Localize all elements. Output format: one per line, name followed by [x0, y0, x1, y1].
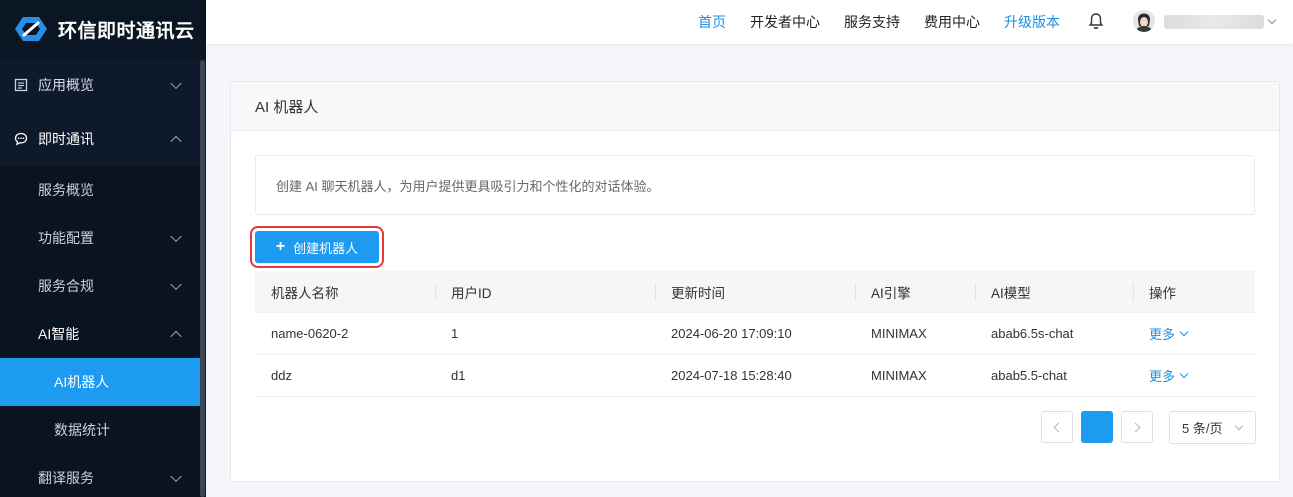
plus-icon: + [275, 238, 286, 255]
description-text: 创建 AI 聊天机器人，为用户提供更具吸引力和个性化的对话体验。 [276, 178, 660, 194]
column-header: 更新时间 [655, 271, 855, 312]
column-header: AI引擎 [855, 271, 975, 312]
username-blurred[interactable] [1164, 15, 1264, 29]
chevron-up-icon [170, 135, 182, 148]
nav-developer-center[interactable]: 开发者中心 [750, 0, 820, 44]
sidebar-item-label: 服务概览 [38, 182, 94, 198]
sidebar-item-app-overview[interactable]: 应用概览 [0, 58, 200, 112]
sidebar-item-label: AI机器人 [54, 374, 110, 390]
sidebar-item-service-overview[interactable]: 服务概览 [0, 166, 200, 214]
table-row: ddz d1 2024-07-18 15:28:40 MINIMAX abab5… [255, 355, 1255, 397]
sidebar-item-compliance[interactable]: 服务合规 [0, 262, 200, 310]
chevron-down-icon [170, 470, 182, 483]
bot-updated-time: 2024-07-18 15:28:40 [671, 368, 792, 383]
brand-logo[interactable]: 环信即时通讯云 [0, 0, 206, 58]
sidebar-item-label: 翻译服务 [38, 470, 94, 486]
hexagon-logo-icon [15, 17, 47, 41]
bot-updated-time: 2024-06-20 17:09:10 [671, 326, 792, 341]
table-row: name-0620-2 1 2024-06-20 17:09:10 MINIMA… [255, 313, 1255, 355]
user-avatar-icon[interactable] [1133, 10, 1155, 32]
more-label: 更多 [1149, 327, 1176, 342]
sidebar-item-ai-bot[interactable]: AI机器人 [0, 358, 200, 406]
sidebar-item-label: AI智能 [38, 326, 80, 342]
nav-home[interactable]: 首页 [698, 0, 726, 44]
table-header: 机器人名称 用户ID 更新时间 AI引擎 AI模型 操作 [255, 271, 1255, 313]
sidebar-item-label: 应用概览 [38, 77, 94, 93]
chat-bubble-icon [14, 132, 28, 146]
sidebar-nav: 应用概览 即时通讯 服务概览 功能配置 服务合规 AI智能 AI机器人 数据统计… [0, 58, 200, 497]
document-icon [14, 78, 28, 92]
column-header: 操作 [1133, 271, 1255, 312]
row-actions: 更多 [1133, 355, 1255, 396]
row-actions: 更多 [1133, 313, 1255, 354]
bot-name: name-0620-2 [271, 326, 349, 341]
sidebar-item-ai[interactable]: AI智能 [0, 310, 200, 358]
more-actions-button[interactable]: 更多 [1149, 324, 1189, 343]
page-size-value: 5 条/页 [1182, 421, 1223, 436]
chevron-down-icon [1234, 421, 1244, 431]
sidebar-item-label: 功能配置 [38, 230, 94, 246]
column-header: 机器人名称 [271, 285, 339, 301]
sidebar-item-label: 服务合规 [38, 278, 94, 294]
sidebar: 环信即时通讯云 应用概览 即时通讯 服务概览 功能配置 服务合规 AI智能 AI… [0, 0, 206, 497]
bell-icon[interactable] [1088, 12, 1104, 30]
sidebar-item-im[interactable]: 即时通讯 [0, 112, 200, 166]
sidebar-item-label: 数据统计 [54, 422, 110, 438]
chevron-up-icon [170, 330, 182, 343]
chevron-down-icon [1179, 369, 1189, 379]
nav-support[interactable]: 服务支持 [844, 0, 900, 44]
chevron-down-icon[interactable] [1267, 15, 1277, 25]
prev-page-button[interactable] [1041, 411, 1073, 443]
bot-engine: MINIMAX [871, 326, 927, 341]
sidebar-item-translation[interactable]: 翻译服务 [0, 454, 200, 497]
chevron-right-icon [1130, 422, 1141, 432]
current-page-button[interactable]: 1 [1081, 411, 1113, 443]
chevron-down-icon [170, 77, 182, 90]
more-actions-button[interactable]: 更多 [1149, 366, 1189, 385]
bot-table: 机器人名称 用户ID 更新时间 AI引擎 AI模型 操作 name-0620-2… [255, 271, 1255, 397]
create-bot-label: 创建机器人 [293, 240, 359, 256]
sidebar-item-feature-config[interactable]: 功能配置 [0, 214, 200, 262]
page-size-select[interactable]: 5 条/页 [1169, 411, 1256, 444]
chevron-down-icon [170, 278, 182, 291]
bot-model: abab5.5-chat [991, 368, 1067, 383]
more-label: 更多 [1149, 369, 1176, 384]
description-box: 创建 AI 聊天机器人，为用户提供更具吸引力和个性化的对话体验。 [255, 155, 1255, 215]
ai-bot-card: AI 机器人 创建 AI 聊天机器人，为用户提供更具吸引力和个性化的对话体验。 … [230, 81, 1280, 482]
sidebar-im-group: 服务概览 功能配置 服务合规 AI智能 AI机器人 数据统计 翻译服务 [0, 166, 200, 497]
sidebar-item-label: 即时通讯 [38, 131, 94, 147]
column-header: AI模型 [975, 271, 1133, 312]
nav-upgrade[interactable]: 升级版本 [1004, 0, 1060, 44]
bot-user-id: d1 [451, 368, 466, 383]
bot-model: abab6.5s-chat [991, 326, 1074, 341]
column-header: 用户ID [435, 271, 655, 312]
create-bot-button[interactable]: + 创建机器人 [250, 226, 384, 268]
page-title: AI 机器人 [231, 82, 1279, 131]
sidebar-item-statistics[interactable]: 数据统计 [0, 406, 200, 454]
next-page-button[interactable] [1121, 411, 1153, 443]
brand-name: 环信即时通讯云 [58, 20, 195, 42]
current-page-number: 1 [1093, 419, 1101, 435]
bot-engine: MINIMAX [871, 368, 927, 383]
nav-billing[interactable]: 费用中心 [924, 0, 980, 44]
bot-user-id: 1 [451, 326, 459, 341]
sidebar-scrollbar[interactable] [200, 60, 205, 497]
chevron-down-icon [170, 230, 182, 243]
chevron-down-icon [1179, 327, 1189, 337]
chevron-left-icon [1053, 422, 1064, 432]
bot-name: ddz [271, 368, 292, 383]
top-header: 首页 开发者中心 服务支持 费用中心 升级版本 [206, 0, 1293, 44]
